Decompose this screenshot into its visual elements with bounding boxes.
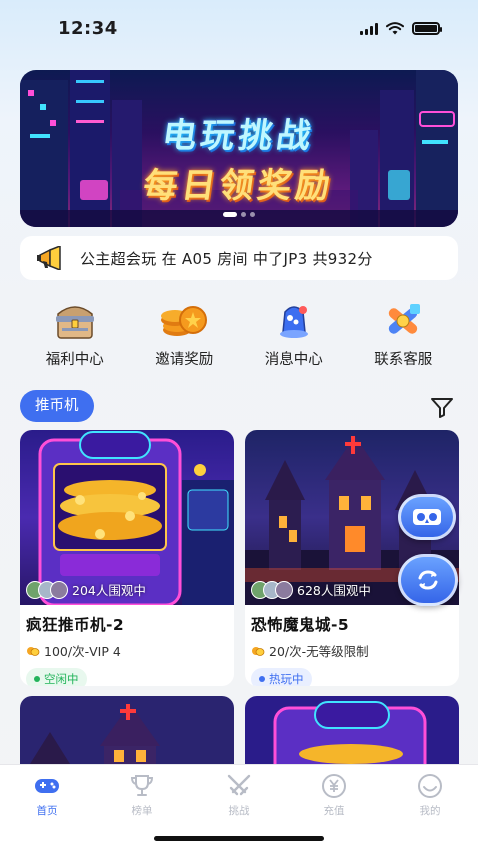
banner-pagination[interactable] (223, 212, 255, 217)
quick-label: 消息中心 (264, 352, 323, 368)
smile-icon (418, 774, 442, 798)
quick-menu: 福利中心 邀请奖励 消息中心 联系客服 (20, 298, 458, 378)
machine-card[interactable] (20, 696, 234, 764)
banner-dot-active[interactable] (223, 212, 237, 217)
viewer-avatars (26, 580, 68, 599)
status-dot (34, 676, 40, 682)
machine-thumbnail: 204人围观中 (20, 430, 234, 605)
banner-dot[interactable] (250, 212, 255, 217)
message-bell-icon (279, 306, 308, 338)
status-icons (360, 22, 442, 35)
quick-item-messages[interactable]: 消息中心 (239, 298, 349, 378)
coins-icon (161, 306, 208, 336)
viewer-count: 204人围观中 (26, 580, 146, 599)
promo-banner[interactable]: 电玩挑战 每日领奖励 (20, 70, 458, 227)
quick-item-invite[interactable]: 邀请奖励 (130, 298, 240, 378)
quick-label: 福利中心 (45, 352, 104, 368)
nav-item-recharge[interactable]: 充值 (304, 773, 364, 818)
machine-price: 20/次-无等级限制 (245, 635, 459, 660)
swords-icon (227, 774, 251, 796)
megaphone-icon (37, 246, 61, 270)
customer-service-icon (389, 304, 421, 334)
nav-label: 挑战 (228, 805, 250, 817)
battery-icon (412, 22, 442, 35)
quick-label: 联系客服 (374, 352, 433, 368)
vr-glasses-icon (413, 509, 441, 525)
nav-item-ranking[interactable]: 榜单 (112, 773, 172, 818)
bottom-nav: 首页 榜单 挑战 充值 我的 (0, 764, 478, 850)
status-text: 空闲中 (44, 672, 79, 686)
viewer-count-text: 628人围观中 (297, 583, 371, 598)
home-indicator[interactable] (154, 836, 324, 841)
price-text: 20/次-无等级限制 (269, 644, 369, 659)
machine-name: 恐怖魔鬼城-5 (251, 616, 350, 634)
coin-pusher-illustration (245, 696, 459, 764)
nav-item-profile[interactable]: 我的 (400, 773, 460, 818)
status-text: 热玩中 (269, 672, 304, 686)
status-badge: 空闲中 (26, 668, 87, 686)
notice-text: 公主超会玩 在 A05 房间 中了JP3 共932分 (80, 249, 373, 268)
status-bar: 12:34 (0, 0, 478, 62)
nav-label: 榜单 (131, 805, 153, 817)
vr-view-button[interactable] (398, 494, 456, 540)
filter-icon[interactable] (428, 393, 456, 421)
machine-name: 疯狂推币机-2 (26, 616, 125, 634)
nav-item-home[interactable]: 首页 (17, 773, 77, 818)
status-badge: 热玩中 (251, 668, 312, 686)
status-dot (259, 676, 265, 682)
signal-icon (360, 22, 378, 35)
quick-item-support[interactable]: 联系客服 (349, 298, 459, 378)
machine-card[interactable]: 204人围观中 疯狂推币机-2 100/次-VIP 4 空闲中 (20, 430, 234, 686)
viewer-count-text: 204人围观中 (72, 583, 146, 598)
viewer-avatars (251, 580, 293, 599)
nav-label: 我的 (419, 805, 441, 817)
nav-item-challenge[interactable]: 挑战 (209, 773, 269, 818)
banner-subtitle: 每日领奖励 (140, 166, 337, 206)
banner-title: 电玩挑战 (159, 116, 318, 156)
category-chip-coin-pusher[interactable]: 推币机 (20, 390, 94, 422)
trophy-icon (130, 775, 154, 796)
haunted-castle-illustration (20, 696, 234, 764)
quick-item-welfare[interactable]: 福利中心 (20, 298, 130, 378)
wifi-icon (386, 22, 404, 35)
nav-label: 充值 (323, 805, 345, 817)
yuan-coin-icon (322, 774, 346, 798)
gamepad-icon (35, 779, 59, 793)
banner-dot[interactable] (241, 212, 246, 217)
coin-pusher-illustration (38, 431, 234, 605)
quick-label: 邀请奖励 (155, 352, 214, 368)
coin-icon (27, 646, 40, 656)
machine-price: 100/次-VIP 4 (20, 635, 234, 660)
price-text: 100/次-VIP 4 (44, 644, 121, 659)
avatar (275, 580, 293, 599)
nav-label: 首页 (36, 805, 58, 817)
viewer-count: 628人围观中 (251, 580, 371, 599)
status-time: 12:34 (58, 18, 118, 39)
coin-icon (252, 646, 265, 656)
avatar (50, 580, 68, 599)
winner-notice[interactable]: 公主超会玩 在 A05 房间 中了JP3 共932分 (20, 236, 458, 280)
treasure-chest-icon (55, 306, 94, 339)
refresh-button[interactable] (398, 554, 458, 606)
machine-card[interactable] (245, 696, 459, 764)
refresh-arrows-icon (418, 570, 438, 590)
